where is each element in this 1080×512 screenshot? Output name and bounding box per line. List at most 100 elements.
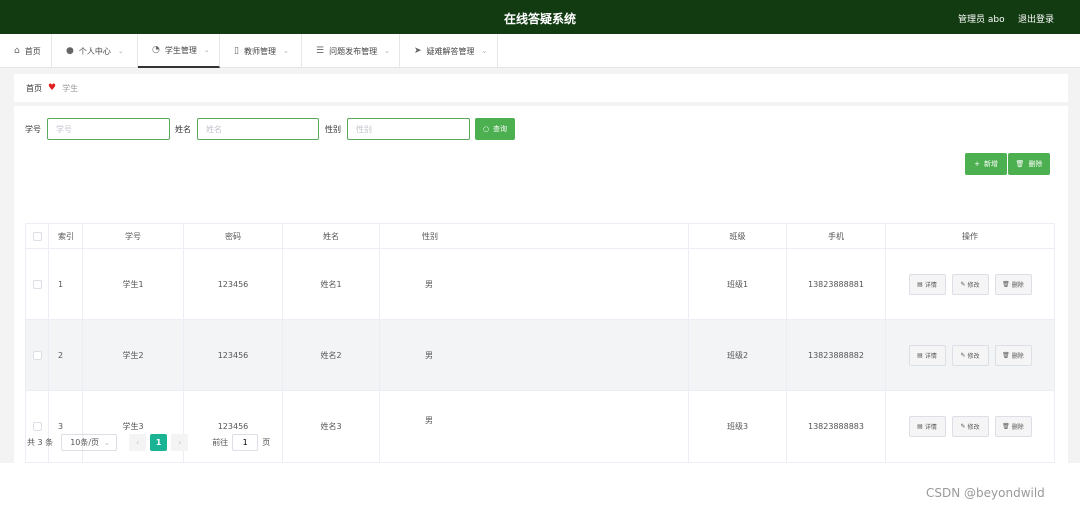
phone-icon: ▯ xyxy=(234,46,239,56)
delete-button[interactable]: 🗑 删除 xyxy=(1008,153,1050,175)
chevron-right-icon: › xyxy=(178,437,182,447)
nav-bar: ⌂ 首页 ● 个人中心 ⌄ ◔ 学生管理 ⌄ ▯ 教师管理 ⌄ ☰ 问题发布管理… xyxy=(0,34,1080,68)
row-delete-button-label: 删除 xyxy=(1011,424,1024,431)
student-table: 索引 学号 密码 姓名 性别 班级 手机 操作 1 学生1 123456 姓名1… xyxy=(25,223,1055,463)
page-number[interactable]: 1 xyxy=(150,433,168,451)
row-delete-button[interactable]: 🗑 删除 xyxy=(994,344,1032,366)
cell-class: 班级1 xyxy=(689,249,787,319)
row-checkbox[interactable] xyxy=(32,279,42,289)
cell-gender: 男 xyxy=(380,249,689,319)
nav-item-personal-center[interactable]: ● 个人中心 ⌄ xyxy=(52,34,138,68)
page-suffix: 页 xyxy=(262,437,271,447)
nav-item-teacher-management[interactable]: ▯ 教师管理 ⌄ xyxy=(220,34,302,68)
detail-button[interactable]: ▤ 详情 xyxy=(908,416,946,437)
edit-button-label: 修改 xyxy=(967,424,980,431)
name-input[interactable] xyxy=(197,118,319,140)
detail-button[interactable]: ▤ 详情 xyxy=(908,273,946,295)
pagination: 共 3 条 10条/页 ⌄ ‹ 1 › 前往 页 xyxy=(27,433,270,451)
breadcrumb-home[interactable]: 首页 xyxy=(26,83,42,94)
cell-student-id: 学生1 xyxy=(83,249,184,319)
content-area: 首页 ♥ 学生 学号 姓名 性别 ○ 查询 + 新增 🗑 删除 索引 学号 xyxy=(0,68,1080,463)
user-icon: ● xyxy=(66,46,74,56)
trash-icon: 🗑 xyxy=(1002,351,1010,359)
column-header: 密码 xyxy=(184,224,283,248)
edit-button[interactable]: ✎ 修改 xyxy=(951,416,989,437)
column-header: 姓名 xyxy=(283,224,380,248)
student-id-input[interactable] xyxy=(47,118,170,140)
table-row: 2 学生2 123456 姓名2 男 班级2 13823888882 ▤ 详情 ✎… xyxy=(26,320,1054,391)
add-button[interactable]: + 新增 xyxy=(965,153,1007,175)
page-size-value: 10条/页 xyxy=(70,437,100,447)
trash-icon: 🗑 xyxy=(1002,280,1010,288)
search-button[interactable]: ○ 查询 xyxy=(475,118,515,140)
cell-phone: 13823888883 xyxy=(787,391,886,462)
cell-name: 姓名1 xyxy=(283,249,380,319)
row-actions: ▤ 详情 ✎ 修改 🗑 删除 xyxy=(886,249,1054,319)
column-header: 学号 xyxy=(83,224,184,248)
cell-name: 姓名2 xyxy=(283,320,380,390)
cell-gender: 男 xyxy=(380,320,689,390)
next-page-button[interactable]: › xyxy=(171,433,189,451)
edit-icon: ✎ xyxy=(960,351,966,359)
goto-label: 前往 xyxy=(212,437,229,447)
edit-button-label: 修改 xyxy=(967,352,980,360)
chevron-down-icon: ⌄ xyxy=(203,46,210,54)
select-all-checkbox[interactable] xyxy=(32,231,42,241)
chevron-down-icon: ⌄ xyxy=(384,47,390,55)
column-header: 性别 xyxy=(380,224,689,248)
cell-name: 姓名3 xyxy=(283,391,380,462)
row-checkbox[interactable] xyxy=(32,422,42,431)
gender-label: 性别 xyxy=(325,125,341,134)
search-icon: ○ xyxy=(482,125,490,133)
nav-item-label: 学生管理 xyxy=(164,45,197,55)
detail-icon: ▤ xyxy=(917,351,923,359)
cell-password: 123456 xyxy=(184,391,283,462)
app-title: 在线答疑系统 xyxy=(503,12,576,26)
cell-gender: 男 xyxy=(380,391,689,462)
cell-index: 2 xyxy=(49,320,83,390)
detail-icon: ▤ xyxy=(917,280,923,288)
nav-item-label: 教师管理 xyxy=(243,46,276,56)
total-count: 共 3 条 xyxy=(27,437,54,447)
nav-item-student-management[interactable]: ◔ 学生管理 ⌄ xyxy=(138,34,220,68)
row-checkbox[interactable] xyxy=(32,350,42,360)
nav-item-question-publish[interactable]: ☰ 问题发布管理 ⌄ xyxy=(302,34,400,68)
search-button-label: 查询 xyxy=(493,125,508,133)
nav-item-label: 问题发布管理 xyxy=(329,46,378,56)
nav-item-label: 疑难解答管理 xyxy=(426,46,475,56)
edit-icon: ✎ xyxy=(960,280,966,288)
cell-phone: 13823888882 xyxy=(787,320,886,390)
nav-item-answer-management[interactable]: ➤ 疑难解答管理 ⌄ xyxy=(400,34,498,68)
student-id-label: 学号 xyxy=(25,125,41,134)
delete-button-label: 删除 xyxy=(1028,160,1043,168)
edit-button[interactable]: ✎ 修改 xyxy=(951,273,989,295)
logout-link[interactable]: 退出登录 xyxy=(1018,12,1054,25)
list-icon: ☰ xyxy=(316,46,325,56)
cell-class: 班级2 xyxy=(689,320,787,390)
chevron-down-icon: ⌄ xyxy=(282,47,289,55)
column-header: 索引 xyxy=(49,224,83,248)
home-icon: ⌂ xyxy=(14,46,20,56)
admin-label: 管理员 abo xyxy=(958,15,1005,25)
detail-button-label: 详情 xyxy=(924,424,937,431)
detail-button[interactable]: ▤ 详情 xyxy=(908,344,946,366)
breadcrumb: 首页 ♥ 学生 xyxy=(14,74,1068,102)
chevron-down-icon: ⌄ xyxy=(103,437,111,447)
row-delete-button[interactable]: 🗑 删除 xyxy=(994,416,1032,437)
cell-student-id: 学生3 xyxy=(83,391,184,462)
row-actions: ▤ 详情 ✎ 修改 🗑 删除 xyxy=(886,320,1054,390)
table-row: 3 学生3 123456 姓名3 男 班级3 13823888883 ▤ 详情 ✎… xyxy=(26,391,1054,462)
trash-icon: 🗑 xyxy=(1015,160,1025,168)
edit-button[interactable]: ✎ 修改 xyxy=(951,344,989,366)
prev-page-button[interactable]: ‹ xyxy=(129,433,147,451)
nav-item-home[interactable]: ⌂ 首页 xyxy=(0,34,52,68)
gender-input[interactable] xyxy=(347,118,470,140)
row-actions: ▤ 详情 ✎ 修改 🗑 删除 xyxy=(886,391,1054,462)
page-jump-input[interactable] xyxy=(232,433,259,451)
nav-item-label: 个人中心 xyxy=(78,46,111,56)
row-delete-button[interactable]: 🗑 删除 xyxy=(994,273,1032,295)
breadcrumb-current: 学生 xyxy=(62,83,79,93)
send-icon: ➤ xyxy=(414,46,422,56)
page-size-select[interactable]: 10条/页 ⌄ xyxy=(61,433,118,451)
column-header: 操作 xyxy=(962,231,978,241)
